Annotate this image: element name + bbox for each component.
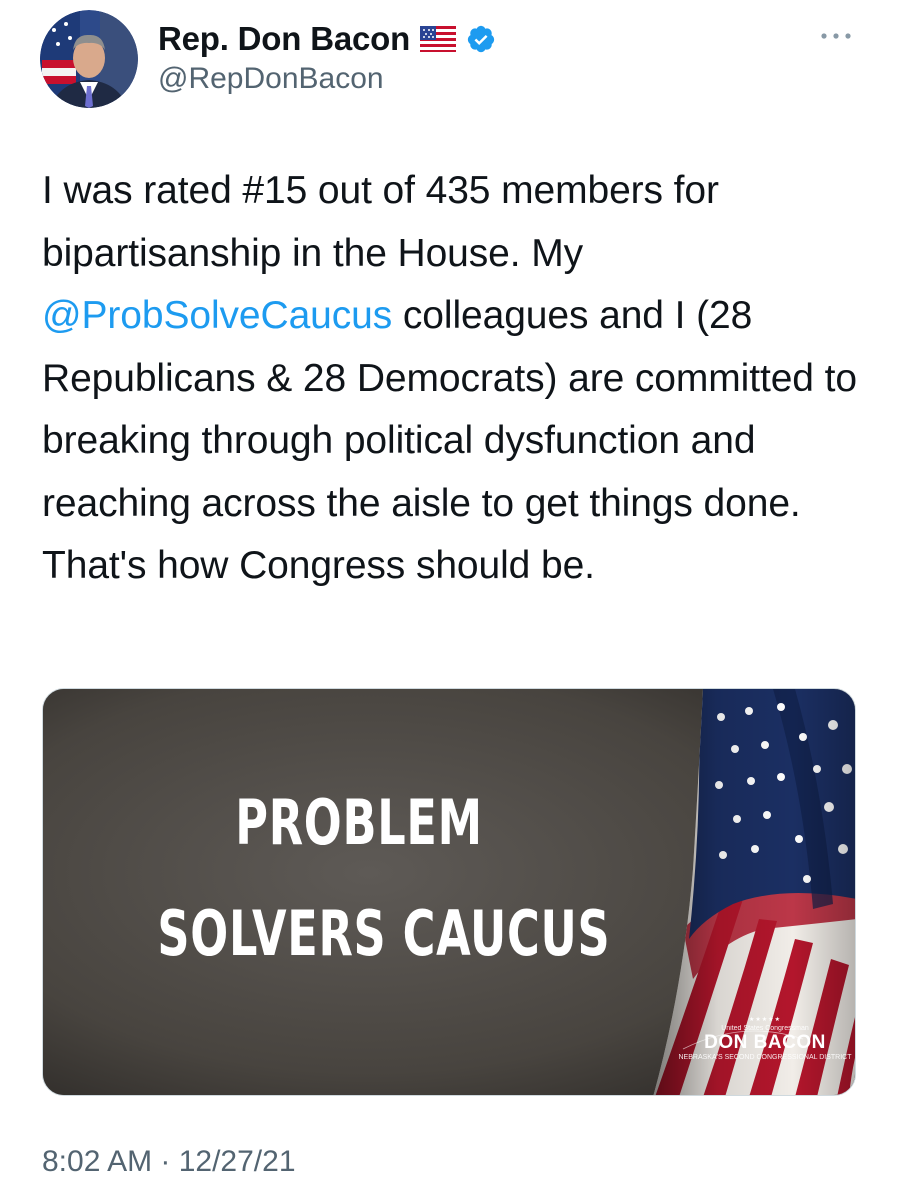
logo-bottom-text: NEBRASKA'S SECOND CONGRESSIONAL DISTRICT	[678, 1054, 852, 1061]
avatar-photo	[40, 10, 138, 108]
logo-name: DON BACON	[704, 1032, 826, 1053]
us-flag-icon	[420, 26, 457, 52]
display-name[interactable]: Rep. Don Bacon	[158, 20, 410, 58]
tweet-image[interactable]: PROBLEM SOLVERS CAUCUS ★★★★★ United Stat…	[42, 688, 856, 1096]
mention-link[interactable]: @ProbSolveCaucus	[42, 294, 392, 337]
image-headline-line1: PROBLEM	[235, 786, 483, 859]
verified-badge-icon	[467, 25, 495, 53]
avatar[interactable]	[40, 10, 138, 108]
logo-stars: ★★★★★	[749, 1017, 781, 1023]
don-bacon-logo: ★★★★★ United States Congressman DON BACO…	[677, 1017, 853, 1062]
more-options-icon[interactable]	[818, 26, 854, 46]
image-headline-line2: SOLVERS CAUCUS	[157, 897, 611, 970]
logo-top-text: United States Congressman	[721, 1025, 809, 1032]
user-handle[interactable]: @RepDonBacon	[158, 62, 384, 96]
tweet-text: I was rated #15 out of 435 members for b…	[42, 160, 872, 598]
tweet-header: Rep. Don Bacon @RepDonBacon	[0, 0, 898, 120]
display-name-row: Rep. Don Bacon	[158, 18, 496, 60]
tweet-timestamp[interactable]: 8:02 AM · 12/27/21	[42, 1145, 296, 1179]
tweet-text-part: I was rated #15 out of 435 members for b…	[42, 169, 719, 275]
tweet-text-part: colleagues and I (28 Republicans & 28 De…	[42, 294, 857, 587]
